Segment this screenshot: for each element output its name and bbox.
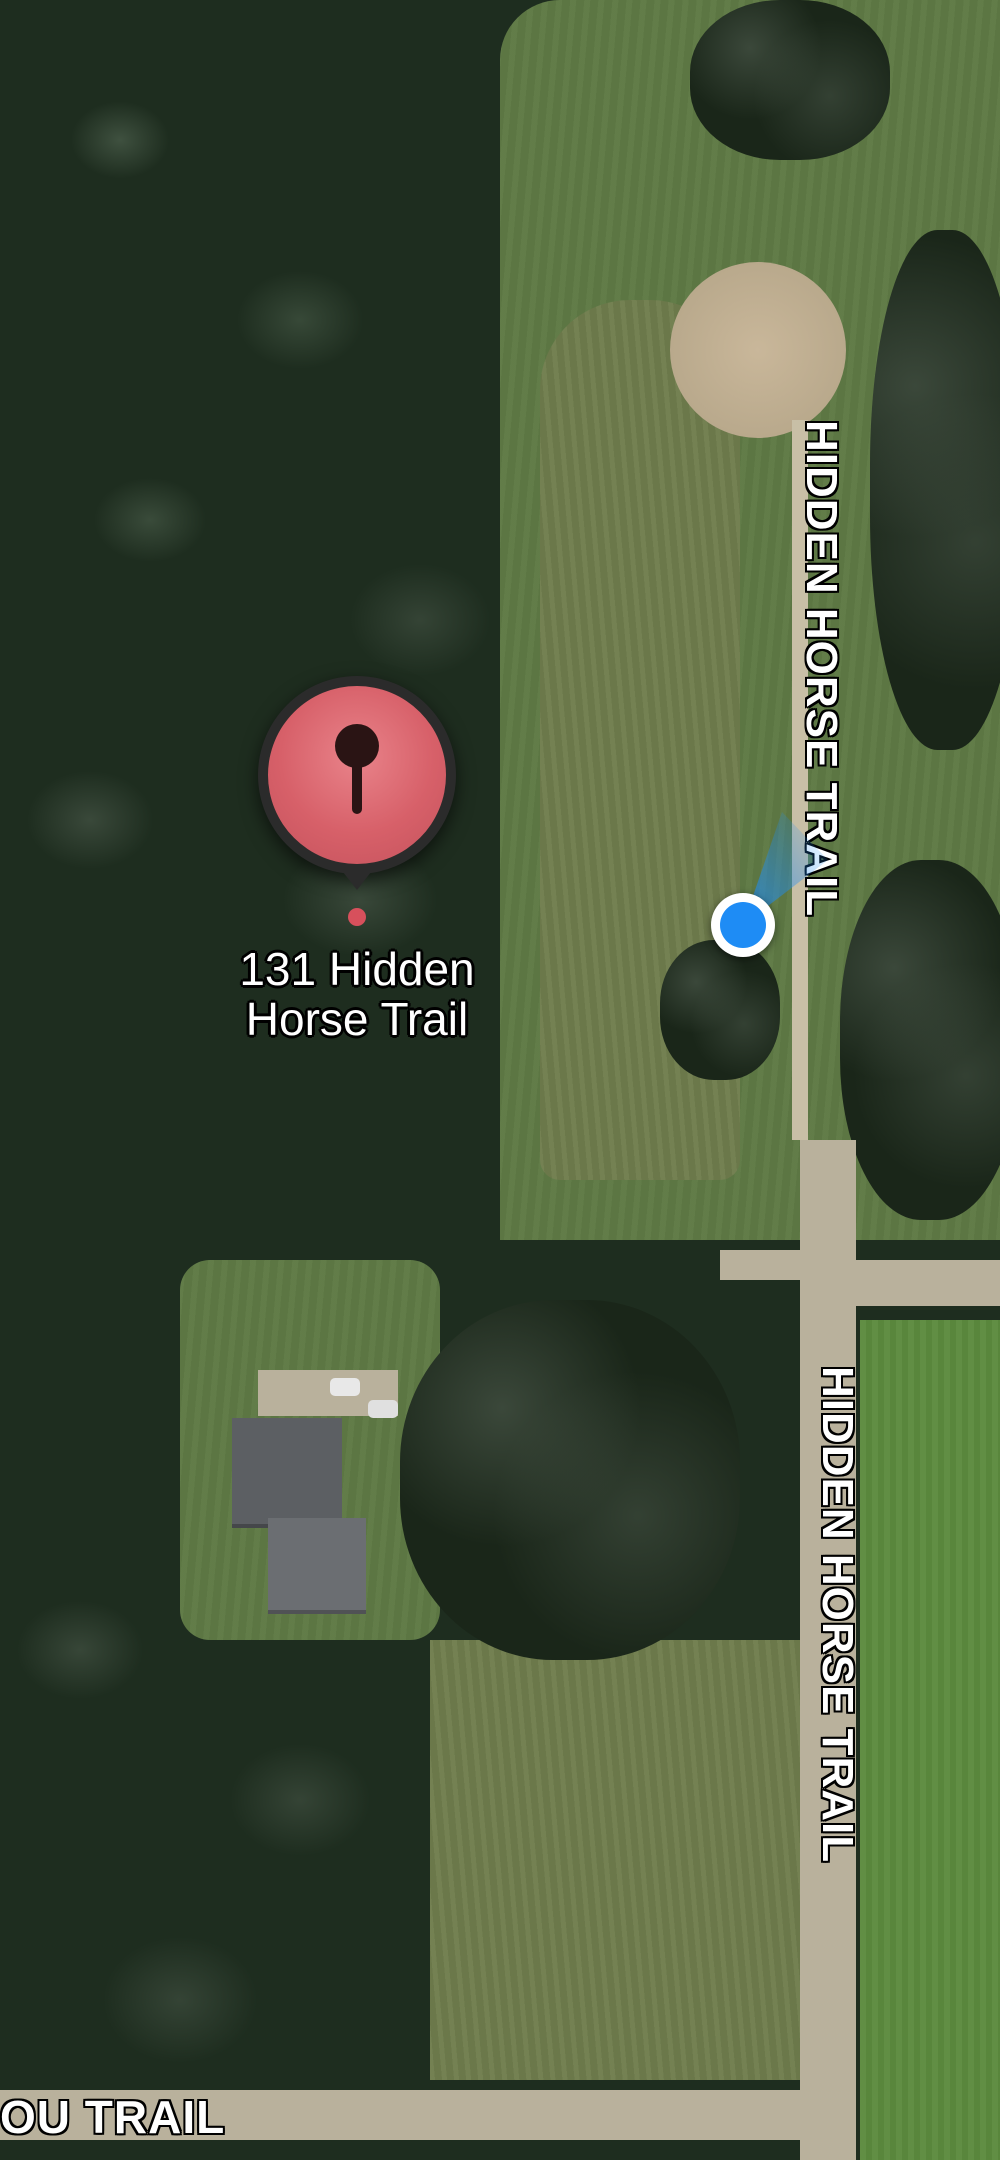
trees-center bbox=[400, 1300, 740, 1660]
cul-de-sac bbox=[670, 262, 846, 438]
trees-east bbox=[870, 230, 1000, 750]
satellite-map[interactable]: HIDDEN HORSE TRAIL HIDDEN HORSE TRAIL OU… bbox=[0, 0, 1000, 2160]
field-south bbox=[430, 1640, 810, 2080]
map-pin-face bbox=[268, 686, 446, 864]
map-pin[interactable] bbox=[258, 676, 456, 874]
street-label-hidden-horse-trail-south: HIDDEN HORSE TRAIL bbox=[813, 1366, 862, 1864]
parked-car-2 bbox=[368, 1400, 398, 1418]
field-east-lower bbox=[860, 1320, 1000, 2160]
road-west-branch bbox=[720, 1250, 810, 1280]
current-location-dot[interactable] bbox=[711, 893, 775, 957]
trees-northeast bbox=[690, 0, 890, 160]
house-roof-wing bbox=[268, 1518, 366, 1614]
trees-near-location bbox=[660, 940, 780, 1080]
map-pin-label[interactable]: 131 Hidden Horse Trail bbox=[190, 944, 524, 1044]
road-east-branch bbox=[800, 1260, 1000, 1306]
map-pin-location-dot bbox=[348, 908, 366, 926]
trees-east-2 bbox=[840, 860, 1000, 1220]
map-pin-needle-icon bbox=[352, 762, 362, 814]
map-pin-label-line1: 131 Hidden bbox=[239, 943, 475, 995]
current-location-dot-inner bbox=[720, 902, 766, 948]
parked-car-1 bbox=[330, 1378, 360, 1396]
house-roof bbox=[232, 1418, 342, 1528]
street-label-bayou-trail: OU TRAIL bbox=[0, 2091, 226, 2143]
map-pin-label-line2: Horse Trail bbox=[245, 993, 469, 1045]
